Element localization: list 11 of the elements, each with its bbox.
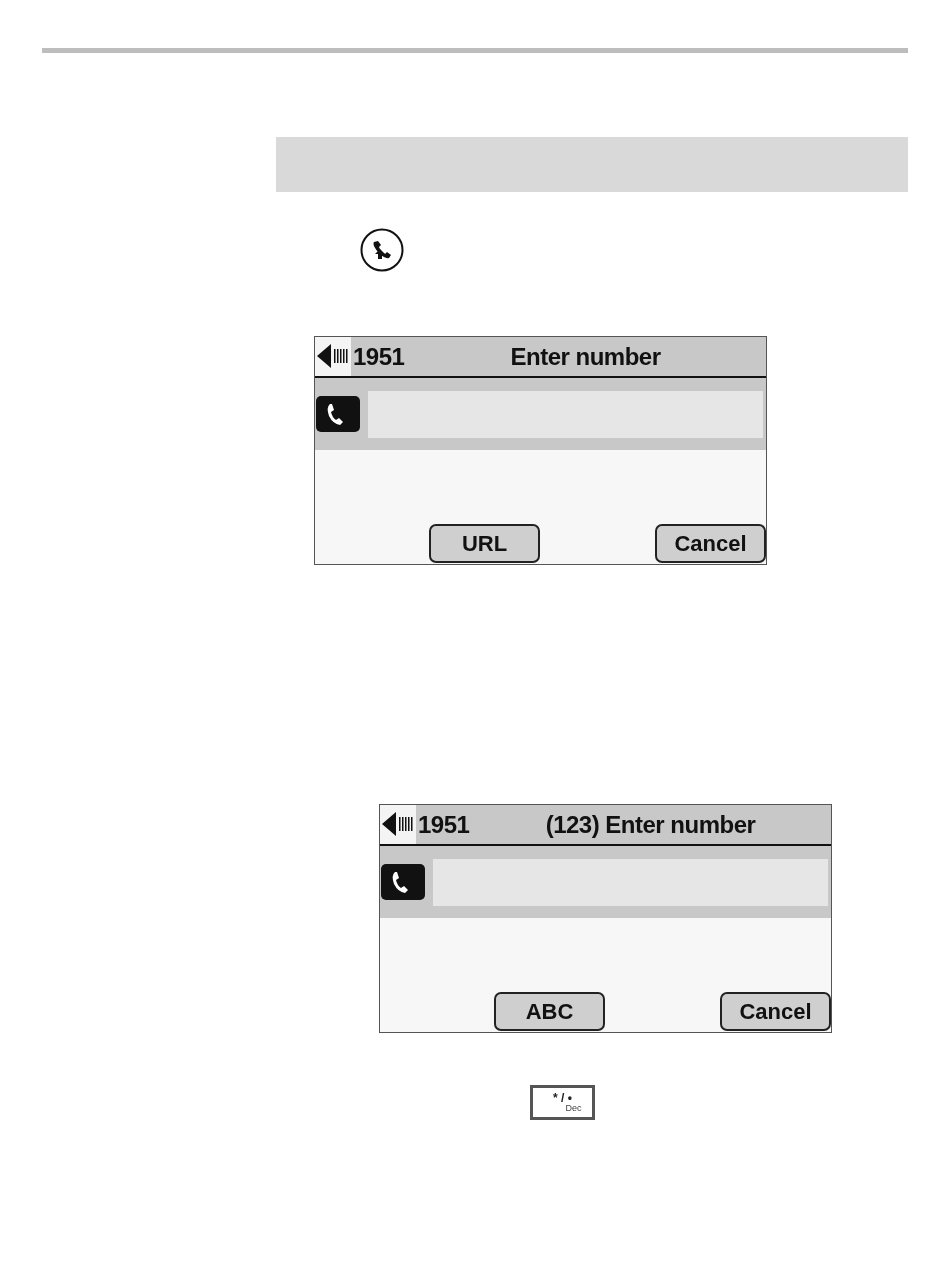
number-field[interactable] bbox=[433, 858, 828, 906]
softkey[interactable]: Cancel bbox=[655, 524, 766, 563]
number-field[interactable] bbox=[368, 390, 763, 438]
keypad-key[interactable]: * / • Dec bbox=[530, 1085, 595, 1120]
softkey[interactable]: URL bbox=[429, 524, 540, 563]
softkey[interactable]: Cancel bbox=[720, 992, 831, 1031]
softkey[interactable]: ABC bbox=[494, 992, 605, 1031]
line-number: 1951 bbox=[418, 810, 470, 839]
screen-title: Enter number bbox=[509, 342, 661, 371]
line-number: 1951 bbox=[353, 342, 405, 371]
phone-transfer-icon bbox=[360, 228, 404, 272]
